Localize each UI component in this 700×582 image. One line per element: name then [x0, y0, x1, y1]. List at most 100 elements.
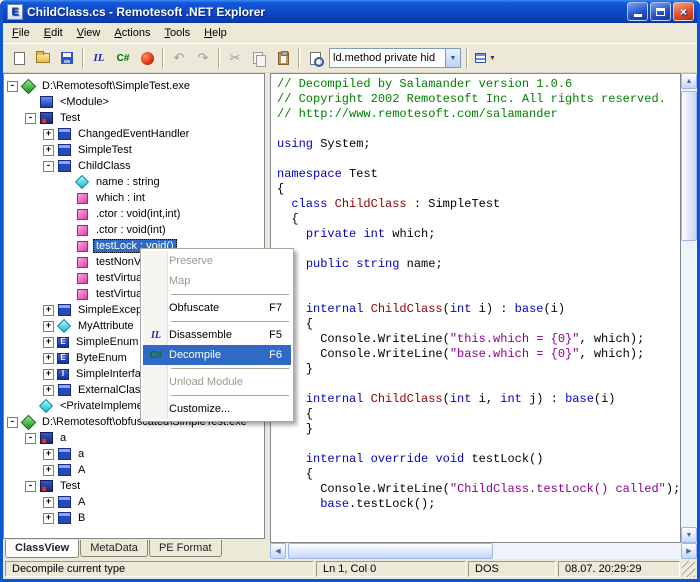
maximize-button[interactable]: [650, 2, 671, 21]
menu-help[interactable]: Help: [197, 24, 234, 42]
collapse-icon[interactable]: -: [7, 81, 18, 92]
minimize-button[interactable]: [627, 2, 648, 21]
expand-icon[interactable]: +: [43, 449, 54, 460]
obfuscate-button[interactable]: [135, 47, 159, 69]
tree-item[interactable]: .ctor : void(int): [4, 222, 264, 238]
horizontal-scrollbar[interactable]: ◀ ▶: [270, 543, 697, 559]
cut-button[interactable]: ✂: [223, 47, 247, 69]
decompile-button[interactable]: C#: [111, 47, 135, 69]
menu-item-unload-module[interactable]: Unload Module: [143, 372, 291, 392]
tree-item[interactable]: -ChildClass: [4, 158, 264, 174]
expand-icon[interactable]: +: [43, 369, 54, 380]
tree-item[interactable]: .ctor : void(int,int): [4, 206, 264, 222]
namespace-icon: [39, 111, 53, 125]
disassemble-button[interactable]: IL: [87, 47, 111, 69]
tree-item[interactable]: -D:\Remotesoft\SimpleTest.exe: [4, 78, 264, 94]
scroll-down-button[interactable]: ▼: [681, 527, 697, 543]
menu-item-label: Preserve: [169, 255, 282, 267]
menu-tools[interactable]: Tools: [157, 24, 197, 42]
tree-item[interactable]: +a: [4, 446, 264, 462]
right-pane: // Decompiled by Salamander version 1.0.…: [270, 73, 697, 559]
combo-dropdown-button[interactable]: ▼: [445, 49, 460, 67]
expand-icon[interactable]: +: [43, 513, 54, 524]
tree-item[interactable]: +A: [4, 494, 264, 510]
tab-metadata[interactable]: MetaData: [80, 540, 148, 557]
menu-item-disassemble[interactable]: ILDisassembleF5: [143, 325, 291, 345]
new-button[interactable]: [7, 47, 31, 69]
tree-item[interactable]: -Test: [4, 110, 264, 126]
save-button[interactable]: [55, 47, 79, 69]
method-icon: [75, 239, 89, 253]
undo-button[interactable]: ↶: [167, 47, 191, 69]
open-folder-icon: [36, 53, 50, 63]
redo-button[interactable]: ↷: [191, 47, 215, 69]
hscroll-thumb[interactable]: [288, 543, 493, 559]
tree-item[interactable]: which : int: [4, 190, 264, 206]
tree-item[interactable]: name : string: [4, 174, 264, 190]
method-icon: [75, 223, 89, 237]
menu-file[interactable]: File: [5, 24, 37, 42]
method-icon: [75, 255, 89, 269]
toolbar-separator: [82, 48, 84, 68]
menu-actions[interactable]: Actions: [107, 24, 157, 42]
expand-icon[interactable]: +: [43, 337, 54, 348]
code-line: {: [277, 467, 680, 482]
menu-item-decompile[interactable]: C#DecompileF6: [143, 345, 291, 365]
collapse-icon[interactable]: -: [25, 113, 36, 124]
tree-item[interactable]: +A: [4, 462, 264, 478]
scroll-right-button[interactable]: ▶: [681, 543, 697, 559]
vscroll-track[interactable]: [681, 89, 697, 527]
menu-item-map[interactable]: Map: [143, 271, 291, 291]
code-line: internal override void testLock(): [277, 452, 680, 467]
resize-grip[interactable]: [682, 561, 695, 577]
scroll-left-button[interactable]: ◀: [270, 543, 286, 559]
filter-dropdown-button[interactable]: ▼: [471, 47, 500, 69]
copy-button[interactable]: [247, 47, 271, 69]
vscroll-thumb[interactable]: [681, 91, 697, 241]
scroll-up-button[interactable]: ▲: [681, 73, 697, 89]
collapse-icon[interactable]: -: [43, 161, 54, 172]
tree-item[interactable]: -Test: [4, 478, 264, 494]
expand-icon[interactable]: +: [43, 465, 54, 476]
tree-item-label: A: [75, 463, 88, 477]
vertical-scrollbar[interactable]: ▲ ▼: [681, 73, 697, 543]
open-button[interactable]: [31, 47, 55, 69]
menu-item-customize-[interactable]: Customize...: [143, 399, 291, 419]
tab-classview[interactable]: ClassView: [5, 540, 79, 558]
code-line: {: [277, 317, 680, 332]
title-bar[interactable]: E ChildClass.cs - Remotesoft .NET Explor…: [3, 0, 697, 23]
close-button[interactable]: ×: [673, 2, 694, 21]
collapse-icon[interactable]: -: [7, 417, 18, 428]
expand-icon[interactable]: +: [43, 385, 54, 396]
csharp-icon: C#: [143, 350, 169, 361]
search-combo-input[interactable]: [330, 49, 445, 67]
code-line: {: [277, 182, 680, 197]
expand-icon[interactable]: +: [43, 145, 54, 156]
expand-icon[interactable]: +: [43, 129, 54, 140]
code-view[interactable]: // Decompiled by Salamander version 1.0.…: [270, 73, 681, 543]
method-icon: [75, 207, 89, 221]
expand-icon[interactable]: +: [43, 497, 54, 508]
tree-item[interactable]: +SimpleTest: [4, 142, 264, 158]
expand-icon[interactable]: +: [43, 305, 54, 316]
tree-item[interactable]: +B: [4, 510, 264, 526]
view-tabs: ClassViewMetaDataPE Format: [3, 539, 265, 559]
hscroll-track[interactable]: [286, 543, 681, 559]
collapse-icon[interactable]: -: [25, 481, 36, 492]
find-button[interactable]: [303, 47, 327, 69]
collapse-icon[interactable]: -: [25, 433, 36, 444]
menu-view[interactable]: View: [70, 24, 108, 42]
tree-item[interactable]: +ChangedEventHandler: [4, 126, 264, 142]
code-line: internal ChildClass(int i, int j) : base…: [277, 392, 680, 407]
expand-icon[interactable]: +: [43, 321, 54, 332]
class-icon: [57, 447, 71, 461]
tab-pe-format[interactable]: PE Format: [149, 540, 222, 557]
tree-item[interactable]: -a: [4, 430, 264, 446]
menu-edit[interactable]: Edit: [37, 24, 70, 42]
main-toolbar: IL C# ↶ ↷ ✂ ▼ ▼: [3, 44, 697, 73]
menu-item-obfuscate[interactable]: ObfuscateF7: [143, 298, 291, 318]
expand-icon[interactable]: +: [43, 353, 54, 364]
tree-item[interactable]: <Module>: [4, 94, 264, 110]
menu-item-preserve[interactable]: Preserve: [143, 251, 291, 271]
paste-button[interactable]: [271, 47, 295, 69]
